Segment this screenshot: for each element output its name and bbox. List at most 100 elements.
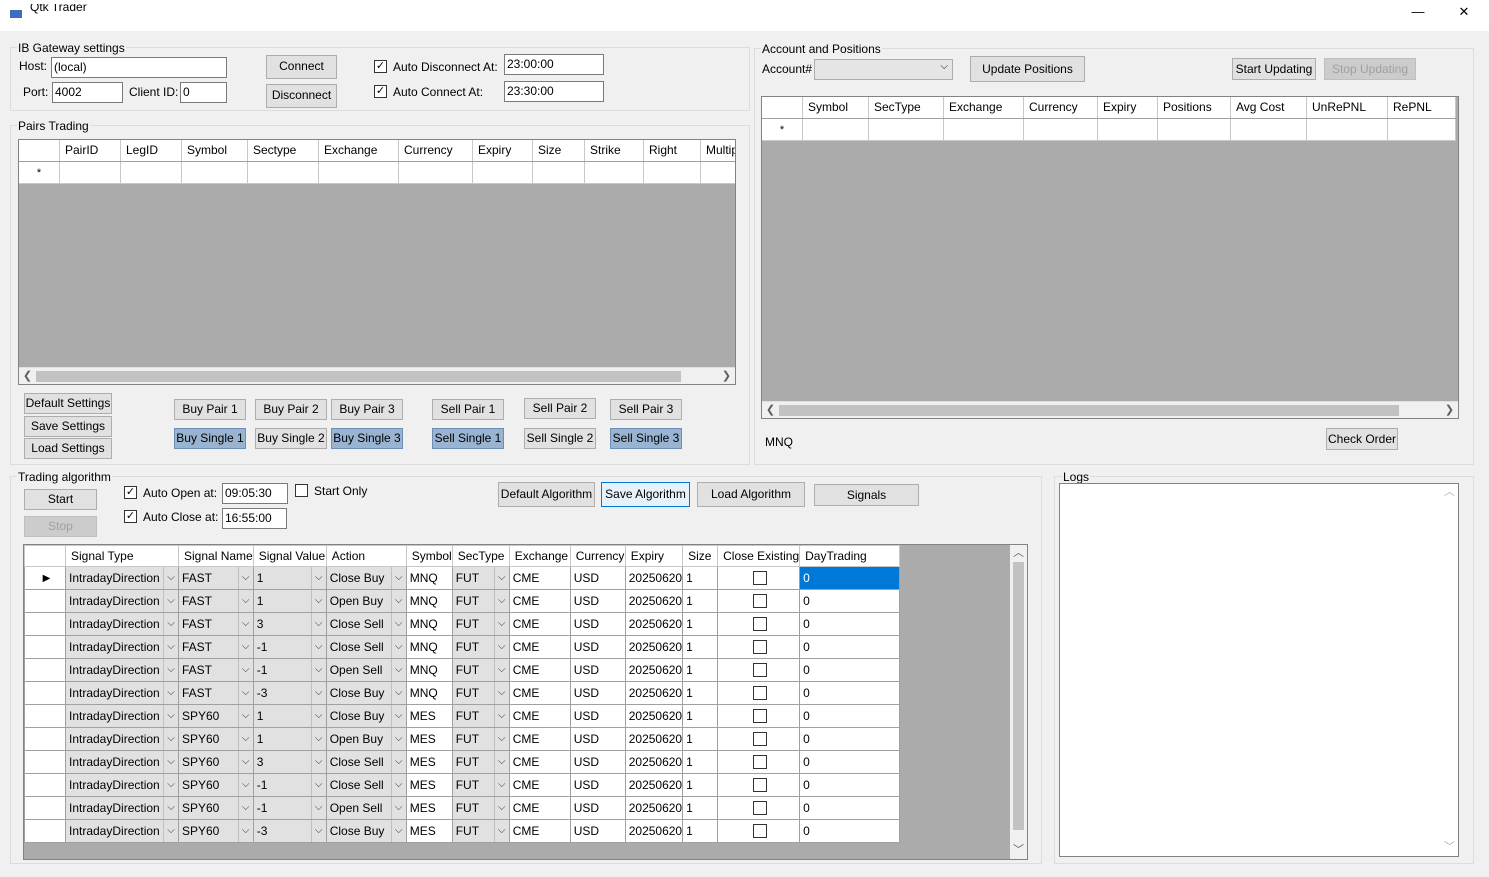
scroll-down-icon[interactable]: ﹀ — [1441, 839, 1458, 856]
chevron-down-icon[interactable]: ⌵ — [493, 705, 509, 727]
symbol-cell[interactable]: MNQ — [405, 635, 453, 659]
day-cell[interactable]: 0 — [799, 773, 901, 797]
checkbox-box[interactable] — [753, 709, 768, 724]
type-combo[interactable]: IntradayDirection ⌵ — [65, 750, 179, 774]
col-header[interactable]: Expiry — [473, 140, 533, 161]
currency-cell[interactable]: USD — [569, 566, 626, 590]
symbol-cell[interactable]: MES — [405, 704, 453, 728]
chevron-down-icon[interactable]: ⌵ — [493, 728, 509, 750]
checkbox-box[interactable] — [753, 640, 768, 655]
scroll-right-icon[interactable]: ❯ — [718, 368, 735, 384]
pairs-hscrollbar[interactable]: ❮ ❯ — [19, 367, 735, 384]
expiry-cell[interactable]: 20250620 — [624, 727, 684, 751]
expiry-cell[interactable]: 20250620 — [624, 635, 684, 659]
stop-updating-button[interactable]: Stop Updating — [1324, 58, 1416, 80]
checkbox-box[interactable] — [753, 801, 768, 816]
day-cell[interactable]: 0 — [799, 750, 901, 774]
chevron-down-icon[interactable]: ⌵ — [237, 751, 253, 773]
logs-textarea[interactable]: ︿ ﹀ — [1059, 483, 1459, 857]
chevron-down-icon[interactable]: ⌵ — [163, 797, 178, 819]
checkbox-box[interactable] — [753, 778, 768, 793]
action-combo[interactable]: Close Sell ⌵ — [325, 750, 407, 774]
chevron-down-icon[interactable]: ⌵ — [163, 751, 178, 773]
action-combo[interactable]: Close Buy ⌵ — [325, 566, 407, 590]
size-cell[interactable]: 1 — [682, 681, 719, 705]
chevron-down-icon[interactable]: ⌵ — [310, 567, 326, 589]
signal-row[interactable]: IntradayDirection ⌵ FAST ⌵ -1 ⌵ Open Sell ⌵ MNQ F… — [24, 658, 906, 682]
auto-open-checkbox[interactable]: ✓ — [124, 486, 137, 499]
chevron-down-icon[interactable]: ⌵ — [390, 705, 406, 727]
stop-button[interactable]: Stop — [24, 516, 97, 537]
chevron-down-icon[interactable]: ⌵ — [237, 613, 253, 635]
action-combo[interactable]: Close Buy ⌵ — [325, 704, 407, 728]
chevron-down-icon[interactable]: ⌵ — [390, 728, 406, 750]
value-combo[interactable]: -1 ⌵ — [252, 773, 327, 797]
close-existing-checkbox[interactable] — [717, 566, 801, 590]
col-header[interactable]: Symbol — [182, 140, 248, 161]
row-header[interactable] — [24, 704, 66, 728]
name-combo[interactable]: SPY60 ⌵ — [178, 796, 254, 820]
type-combo[interactable]: IntradayDirection ⌵ — [65, 727, 179, 751]
name-combo[interactable]: FAST ⌵ — [178, 681, 254, 705]
chevron-down-icon[interactable]: ⌵ — [390, 659, 406, 681]
sell-pair-2-button[interactable]: Sell Pair 2 — [524, 398, 596, 419]
auto-disconnect-time[interactable]: 23:00:00 — [504, 54, 604, 75]
chevron-down-icon[interactable]: ⌵ — [310, 820, 326, 842]
currency-cell[interactable]: USD — [569, 773, 626, 797]
currency-cell[interactable]: USD — [569, 635, 626, 659]
name-combo[interactable]: SPY60 ⌵ — [178, 819, 254, 843]
chevron-down-icon[interactable]: ⌵ — [493, 797, 509, 819]
chevron-down-icon[interactable]: ⌵ — [390, 820, 406, 842]
row-header[interactable] — [24, 635, 66, 659]
type-combo[interactable]: IntradayDirection ⌵ — [65, 635, 179, 659]
col-header[interactable]: LegID — [121, 140, 182, 161]
col-header[interactable]: RePNL — [1388, 97, 1456, 118]
chevron-down-icon[interactable]: ⌵ — [493, 567, 509, 589]
pairs-new-row[interactable]: * — [19, 162, 735, 184]
close-existing-checkbox[interactable] — [717, 658, 801, 682]
checkbox-box[interactable] — [753, 571, 768, 586]
col-header[interactable]: Currency — [569, 545, 626, 567]
signal-row[interactable]: IntradayDirection ⌵ SPY60 ⌵ -3 ⌵ Close Buy ⌵ MES… — [24, 819, 906, 843]
exchange-cell[interactable]: CME — [508, 727, 571, 751]
chevron-down-icon[interactable]: ⌵ — [237, 682, 253, 704]
exchange-cell[interactable]: CME — [508, 681, 571, 705]
sectype-combo[interactable]: FUT ⌵ — [451, 566, 510, 590]
col-header[interactable]: Symbol — [803, 97, 869, 118]
col-header[interactable]: Positions — [1158, 97, 1231, 118]
currency-cell[interactable]: USD — [569, 750, 626, 774]
scroll-down-icon[interactable]: ﹀ — [1010, 842, 1027, 859]
chevron-down-icon[interactable]: ⌵ — [310, 728, 326, 750]
chevron-down-icon[interactable]: ⌵ — [390, 636, 406, 658]
col-header[interactable]: Symbol — [405, 545, 453, 567]
close-existing-checkbox[interactable] — [717, 589, 801, 613]
value-combo[interactable]: -3 ⌵ — [252, 681, 327, 705]
expiry-cell[interactable]: 20250620 — [624, 819, 684, 843]
symbol-cell[interactable]: MNQ — [405, 681, 453, 705]
row-header[interactable] — [24, 773, 66, 797]
currency-cell[interactable]: USD — [569, 727, 626, 751]
positions-new-row[interactable]: * — [762, 119, 1456, 141]
start-updating-button[interactable]: Start Updating — [1232, 58, 1316, 80]
close-existing-checkbox[interactable] — [717, 681, 801, 705]
col-header[interactable]: Exchange — [319, 140, 399, 161]
day-cell[interactable]: 0 — [799, 658, 901, 682]
col-header[interactable]: Size — [682, 545, 719, 567]
signal-row[interactable]: IntradayDirection ⌵ SPY60 ⌵ 1 ⌵ Open Buy ⌵ MES FU… — [24, 727, 906, 751]
size-cell[interactable]: 1 — [682, 658, 719, 682]
signal-row[interactable]: IntradayDirection ⌵ SPY60 ⌵ 1 ⌵ Close Buy ⌵ MES F… — [24, 704, 906, 728]
positions-grid[interactable]: Symbol SecType Exchange Currency Expiry … — [761, 96, 1459, 419]
exchange-cell[interactable]: CME — [508, 773, 571, 797]
account-select[interactable]: ⌵ — [814, 59, 953, 80]
close-existing-checkbox[interactable] — [717, 796, 801, 820]
chevron-down-icon[interactable]: ⌵ — [237, 636, 253, 658]
scroll-up-icon[interactable]: ︿ — [1441, 484, 1458, 501]
exchange-cell[interactable]: CME — [508, 750, 571, 774]
action-combo[interactable]: Open Buy ⌵ — [325, 589, 407, 613]
expiry-cell[interactable]: 20250620 — [624, 658, 684, 682]
exchange-cell[interactable]: CME — [508, 704, 571, 728]
signals-table[interactable]: Signal Type Signal Name Signal Value Act… — [24, 545, 906, 843]
expiry-cell[interactable]: 20250620 — [624, 750, 684, 774]
current-row-icon[interactable]: ▶ — [24, 566, 66, 590]
exchange-cell[interactable]: CME — [508, 796, 571, 820]
